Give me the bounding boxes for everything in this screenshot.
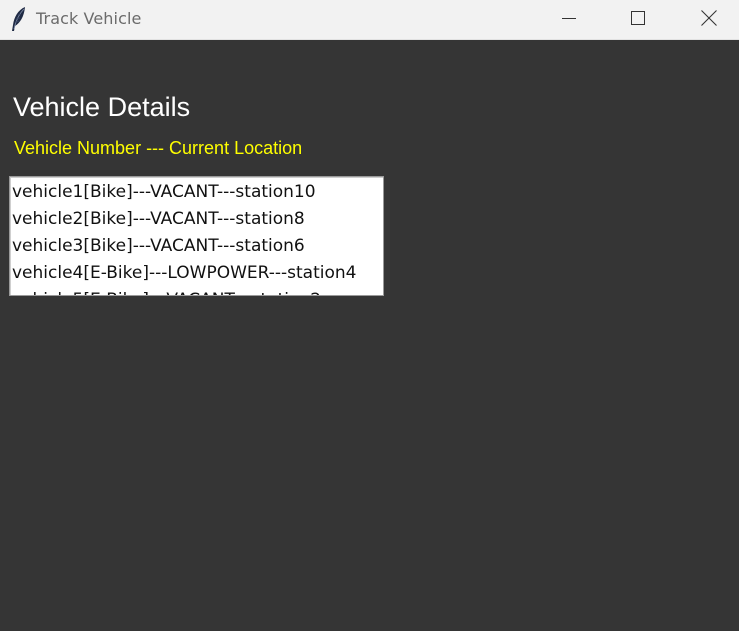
list-item[interactable]: vehicle3[Bike]---VACANT---station6 bbox=[10, 233, 356, 260]
app-window: Track Vehicle Vehicle Details Vehicle Nu… bbox=[0, 0, 739, 631]
feather-icon bbox=[9, 6, 29, 32]
maximize-icon bbox=[630, 10, 646, 26]
title-bar[interactable]: Track Vehicle bbox=[0, 0, 739, 40]
maximize-button[interactable] bbox=[615, 0, 661, 36]
minimize-icon bbox=[561, 10, 577, 26]
list-header-label: Vehicle Number --- Current Location bbox=[14, 138, 303, 158]
window-title: Track Vehicle bbox=[36, 9, 142, 28]
list-item[interactable]: vehicle4[E-Bike]---LOWPOWER---station4 bbox=[10, 260, 356, 287]
close-button[interactable] bbox=[686, 0, 732, 36]
list-item[interactable]: vehicle1[Bike]---VACANT---station10 bbox=[10, 179, 356, 206]
list-item[interactable]: vehicle5[E-Bike]---VACANT---station2 bbox=[10, 287, 356, 295]
minimize-button[interactable] bbox=[546, 0, 592, 36]
vehicle-listbox[interactable]: vehicle1[Bike]---VACANT---station10 vehi… bbox=[9, 176, 384, 296]
close-icon bbox=[700, 9, 718, 27]
list-item[interactable]: vehicle2[Bike]---VACANT---station8 bbox=[10, 206, 356, 233]
page-title: Vehicle Details bbox=[13, 92, 191, 122]
